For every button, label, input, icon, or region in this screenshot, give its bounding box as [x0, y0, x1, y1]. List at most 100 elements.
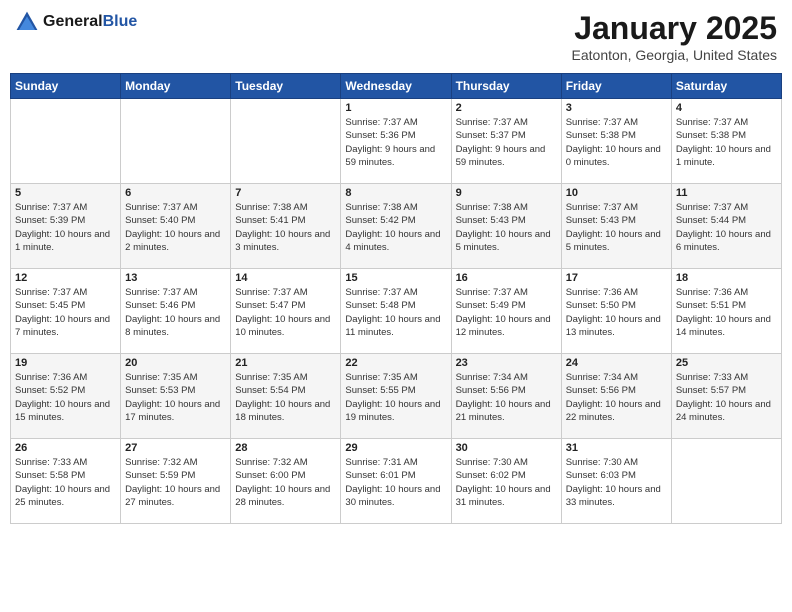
week-row-3: 12 Sunrise: 7:37 AM Sunset: 5:45 PM Dayli… — [11, 269, 782, 354]
day-info: Sunrise: 7:37 AM Sunset: 5:44 PM Dayligh… — [676, 201, 777, 254]
title-block: January 2025 Eatonton, Georgia, United S… — [572, 10, 777, 63]
calendar-cell: 26 Sunrise: 7:33 AM Sunset: 5:58 PM Dayli… — [11, 439, 121, 524]
week-row-4: 19Sunrise: 7:36 AM Sunset: 5:52 PM Dayli… — [11, 354, 782, 439]
calendar-cell — [121, 99, 231, 184]
logo-general: General — [43, 13, 103, 30]
day-info: Sunrise: 7:37 AM Sunset: 5:39 PM Dayligh… — [15, 201, 116, 254]
day-info: Sunrise: 7:38 AM Sunset: 5:41 PM Dayligh… — [235, 201, 336, 254]
calendar-cell: 27Sunrise: 7:32 AM Sunset: 5:59 PM Dayli… — [121, 439, 231, 524]
calendar-cell: 2 Sunrise: 7:37 AM Sunset: 5:37 PM Daylig… — [451, 99, 561, 184]
day-number: 31 — [566, 442, 667, 454]
calendar-cell — [671, 439, 781, 524]
calendar: Sunday Monday Tuesday Wednesday Thursday… — [10, 73, 782, 524]
col-wednesday: Wednesday — [341, 74, 451, 99]
day-number: 13 — [125, 272, 226, 284]
calendar-cell: 3Sunrise: 7:37 AM Sunset: 5:38 PM Daylig… — [561, 99, 671, 184]
day-info: Sunrise: 7:37 AM Sunset: 5:40 PM Dayligh… — [125, 201, 226, 254]
day-info: Sunrise: 7:31 AM Sunset: 6:01 PM Dayligh… — [345, 456, 446, 509]
calendar-cell: 25 Sunrise: 7:33 AM Sunset: 5:57 PM Dayli… — [671, 354, 781, 439]
week-row-2: 5 Sunrise: 7:37 AM Sunset: 5:39 PM Daylig… — [11, 184, 782, 269]
day-number: 26 — [15, 442, 116, 454]
day-number: 22 — [345, 357, 446, 369]
calendar-cell — [231, 99, 341, 184]
day-number: 24 — [566, 357, 667, 369]
day-number: 2 — [456, 102, 557, 114]
logo-text: GeneralBlue — [43, 13, 137, 31]
week-row-5: 26 Sunrise: 7:33 AM Sunset: 5:58 PM Dayli… — [11, 439, 782, 524]
day-number: 4 — [676, 102, 777, 114]
calendar-cell: 12 Sunrise: 7:37 AM Sunset: 5:45 PM Dayli… — [11, 269, 121, 354]
day-number: 6 — [125, 187, 226, 199]
day-number: 12 — [15, 272, 116, 284]
day-number: 11 — [676, 187, 777, 199]
day-number: 30 — [456, 442, 557, 454]
calendar-cell: 22 Sunrise: 7:35 AM Sunset: 5:55 PM Dayli… — [341, 354, 451, 439]
calendar-cell: 7 Sunrise: 7:38 AM Sunset: 5:41 PM Daylig… — [231, 184, 341, 269]
day-info: Sunrise: 7:37 AM Sunset: 5:46 PM Dayligh… — [125, 286, 226, 339]
logo-icon — [15, 10, 39, 34]
day-info: Sunrise: 7:38 AM Sunset: 5:43 PM Dayligh… — [456, 201, 557, 254]
day-info: Sunrise: 7:33 AM Sunset: 5:58 PM Dayligh… — [15, 456, 116, 509]
calendar-cell: 29 Sunrise: 7:31 AM Sunset: 6:01 PM Dayli… — [341, 439, 451, 524]
day-info: Sunrise: 7:37 AM Sunset: 5:48 PM Dayligh… — [345, 286, 446, 339]
calendar-cell: 1Sunrise: 7:37 AM Sunset: 5:36 PM Daylig… — [341, 99, 451, 184]
day-number: 17 — [566, 272, 667, 284]
day-info: Sunrise: 7:34 AM Sunset: 5:56 PM Dayligh… — [566, 371, 667, 424]
day-number: 27 — [125, 442, 226, 454]
col-monday: Monday — [121, 74, 231, 99]
logo: GeneralBlue — [15, 10, 137, 34]
logo-blue: Blue — [103, 13, 138, 30]
col-sunday: Sunday — [11, 74, 121, 99]
day-info: Sunrise: 7:37 AM Sunset: 5:38 PM Dayligh… — [676, 116, 777, 169]
day-number: 21 — [235, 357, 336, 369]
calendar-cell: 5 Sunrise: 7:37 AM Sunset: 5:39 PM Daylig… — [11, 184, 121, 269]
day-number: 29 — [345, 442, 446, 454]
calendar-cell: 10 Sunrise: 7:37 AM Sunset: 5:43 PM Dayli… — [561, 184, 671, 269]
day-info: Sunrise: 7:30 AM Sunset: 6:02 PM Dayligh… — [456, 456, 557, 509]
month-title: January 2025 — [572, 10, 777, 47]
week-row-1: 1Sunrise: 7:37 AM Sunset: 5:36 PM Daylig… — [11, 99, 782, 184]
location-title: Eatonton, Georgia, United States — [572, 47, 777, 63]
day-info: Sunrise: 7:38 AM Sunset: 5:42 PM Dayligh… — [345, 201, 446, 254]
calendar-cell: 11 Sunrise: 7:37 AM Sunset: 5:44 PM Dayli… — [671, 184, 781, 269]
calendar-cell: 23Sunrise: 7:34 AM Sunset: 5:56 PM Dayli… — [451, 354, 561, 439]
col-thursday: Thursday — [451, 74, 561, 99]
day-info: Sunrise: 7:30 AM Sunset: 6:03 PM Dayligh… — [566, 456, 667, 509]
day-number: 16 — [456, 272, 557, 284]
calendar-cell: 19Sunrise: 7:36 AM Sunset: 5:52 PM Dayli… — [11, 354, 121, 439]
day-number: 19 — [15, 357, 116, 369]
calendar-cell: 20Sunrise: 7:35 AM Sunset: 5:53 PM Dayli… — [121, 354, 231, 439]
day-info: Sunrise: 7:37 AM Sunset: 5:45 PM Dayligh… — [15, 286, 116, 339]
day-number: 8 — [345, 187, 446, 199]
calendar-cell: 18Sunrise: 7:36 AM Sunset: 5:51 PM Dayli… — [671, 269, 781, 354]
day-info: Sunrise: 7:36 AM Sunset: 5:51 PM Dayligh… — [676, 286, 777, 339]
calendar-cell: 28Sunrise: 7:32 AM Sunset: 6:00 PM Dayli… — [231, 439, 341, 524]
calendar-cell: 6 Sunrise: 7:37 AM Sunset: 5:40 PM Daylig… — [121, 184, 231, 269]
day-info: Sunrise: 7:35 AM Sunset: 5:55 PM Dayligh… — [345, 371, 446, 424]
day-number: 7 — [235, 187, 336, 199]
day-number: 10 — [566, 187, 667, 199]
calendar-header-row: Sunday Monday Tuesday Wednesday Thursday… — [11, 74, 782, 99]
day-info: Sunrise: 7:37 AM Sunset: 5:47 PM Dayligh… — [235, 286, 336, 339]
calendar-cell: 24 Sunrise: 7:34 AM Sunset: 5:56 PM Dayli… — [561, 354, 671, 439]
day-number: 25 — [676, 357, 777, 369]
calendar-cell: 31 Sunrise: 7:30 AM Sunset: 6:03 PM Dayli… — [561, 439, 671, 524]
day-number: 20 — [125, 357, 226, 369]
calendar-cell: 17 Sunrise: 7:36 AM Sunset: 5:50 PM Dayli… — [561, 269, 671, 354]
day-info: Sunrise: 7:37 AM Sunset: 5:43 PM Dayligh… — [566, 201, 667, 254]
day-info: Sunrise: 7:33 AM Sunset: 5:57 PM Dayligh… — [676, 371, 777, 424]
day-info: Sunrise: 7:37 AM Sunset: 5:37 PM Dayligh… — [456, 116, 557, 169]
col-saturday: Saturday — [671, 74, 781, 99]
calendar-cell: 15 Sunrise: 7:37 AM Sunset: 5:48 PM Dayli… — [341, 269, 451, 354]
day-number: 3 — [566, 102, 667, 114]
day-number: 5 — [15, 187, 116, 199]
calendar-cell: 30 Sunrise: 7:30 AM Sunset: 6:02 PM Dayli… — [451, 439, 561, 524]
page-header: GeneralBlue January 2025 Eatonton, Georg… — [10, 10, 782, 63]
col-friday: Friday — [561, 74, 671, 99]
day-info: Sunrise: 7:36 AM Sunset: 5:50 PM Dayligh… — [566, 286, 667, 339]
day-info: Sunrise: 7:37 AM Sunset: 5:36 PM Dayligh… — [345, 116, 446, 169]
calendar-cell — [11, 99, 121, 184]
day-info: Sunrise: 7:37 AM Sunset: 5:49 PM Dayligh… — [456, 286, 557, 339]
col-tuesday: Tuesday — [231, 74, 341, 99]
day-number: 15 — [345, 272, 446, 284]
